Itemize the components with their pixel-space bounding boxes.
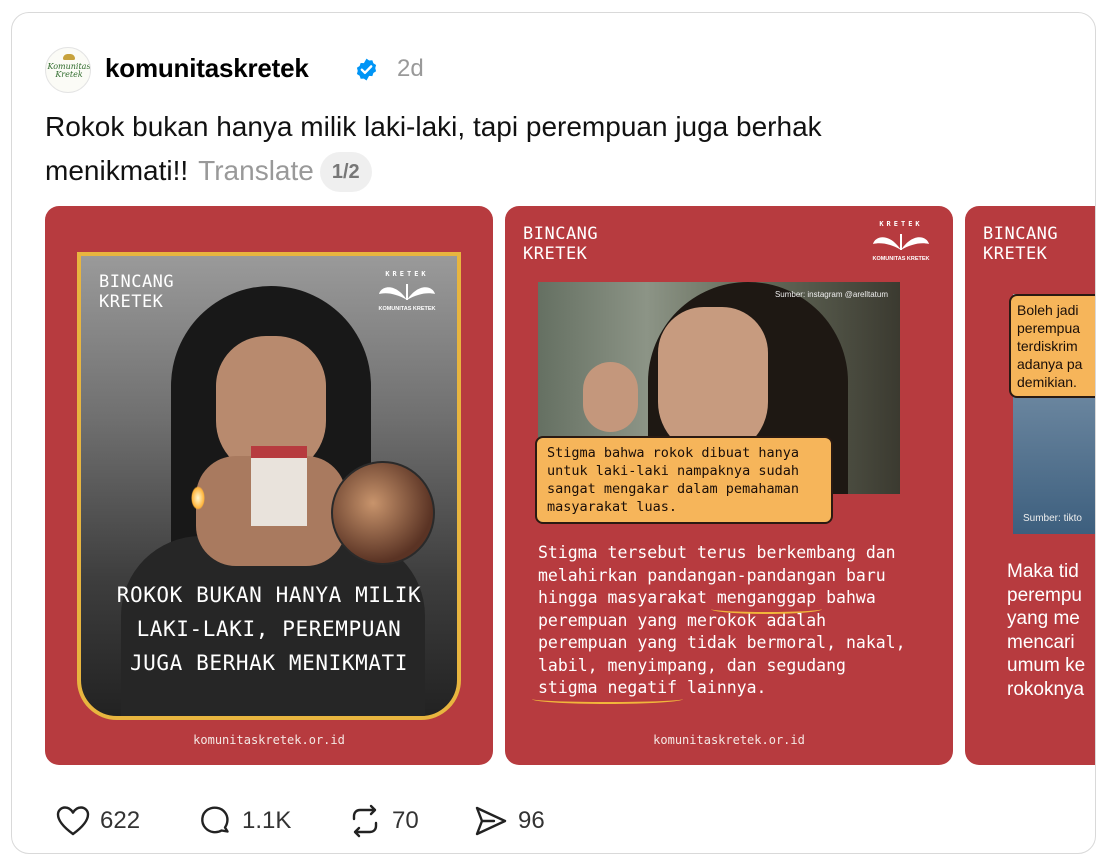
slide3-callout: Boleh jadi perempua terdiskrim adanya pa… — [1009, 294, 1095, 398]
carousel-slide-1[interactable]: ROKOK BUKAN HANYA MILIK LAKI-LAKI, PEREM… — [45, 206, 493, 765]
repost-count: 70 — [392, 807, 419, 834]
highlight-menganggap: menganggap — [710, 587, 823, 613]
logo-sub-text: KOMUNITAS KRETEK — [872, 256, 930, 262]
send-icon — [475, 806, 507, 836]
slide1-title-line2: LAKI-LAKI, PEREMPUAN — [136, 617, 402, 641]
slide3-brand: BINCANG KRETEK — [983, 224, 1059, 264]
logo-sub-text: KOMUNITAS KRETEK — [378, 306, 436, 312]
highlight-stigma-negatif: stigma negatif — [531, 677, 684, 703]
username[interactable]: komunitaskretek — [105, 53, 309, 84]
logo-top-text: KRETEK — [385, 270, 429, 278]
post-caption: Rokok bukan hanya milik laki-laki, tapi … — [45, 105, 925, 193]
slide2-source: Sumber: instagram @arelltatum — [774, 290, 888, 299]
avatar[interactable]: Komunitas Kretek — [45, 47, 91, 93]
cigarette-pack-image — [251, 446, 307, 526]
share-count: 96 — [518, 807, 545, 834]
comment-icon — [201, 806, 229, 834]
slide1-photo: ROKOK BUKAN HANYA MILIK LAKI-LAKI, PEREM… — [77, 252, 461, 720]
slide1-footer-url: komunitaskretek.or.id — [193, 733, 345, 747]
reply-button[interactable]: 1.1K — [198, 803, 291, 839]
slide2-footer-url: komunitaskretek.or.id — [653, 733, 805, 747]
caption-line2: menikmati!! — [45, 155, 189, 186]
post-card: Komunitas Kretek komunitaskretek 2d Roko… — [11, 12, 1096, 854]
kretek-logo-icon: KRETEK KOMUNITAS KRETEK — [869, 220, 933, 262]
slide2-callout: Stigma bahwa rokok dibuat hanya untuk la… — [535, 436, 833, 524]
kretek-logo-icon: KRETEK KOMUNITAS KRETEK — [375, 270, 439, 312]
reply-count: 1.1K — [242, 807, 292, 834]
heart-icon — [56, 806, 90, 836]
like-button[interactable]: 622 — [56, 803, 140, 839]
avatar-text-line2: Kretek — [55, 70, 83, 79]
slide3-body: Maka tid perempu yang me mencari umum ke… — [1007, 561, 1086, 700]
carousel-slide-3[interactable]: BINCANG KRETEK Boleh jadi perempua terdi… — [965, 206, 1095, 765]
slide1-title-line1: ROKOK BUKAN HANYA MILIK — [116, 583, 422, 607]
verified-badge-icon — [356, 58, 377, 81]
slide3-source: Sumber: tikto — [1023, 513, 1082, 524]
repost-icon — [352, 804, 378, 838]
translate-link[interactable]: Translate — [198, 155, 314, 186]
repost-button[interactable]: 70 — [348, 803, 419, 839]
inset-photo-circle — [331, 461, 435, 565]
logo-top-text: KRETEK — [879, 220, 923, 228]
like-count: 622 — [100, 807, 141, 834]
slide1-title: ROKOK BUKAN HANYA MILIK LAKI-LAKI, PEREM… — [81, 578, 457, 680]
slide2-brand: BINCANG KRETEK — [523, 224, 599, 264]
slide1-brand: BINCANG KRETEK — [99, 272, 175, 312]
page-indicator: 1/2 — [319, 152, 372, 192]
carousel-slide-2[interactable]: BINCANG KRETEK KRETEK KOMUNITAS KRETEK S… — [505, 206, 953, 765]
avatar-leaf-icon — [63, 54, 75, 60]
slide2-body: Stigma tersebut terus berkembang dan mel… — [531, 542, 918, 703]
slide2-body-text: lainnya. — [677, 678, 767, 697]
slide1-title-line3: JUGA BERHAK MENIKMATI — [129, 651, 409, 675]
share-button[interactable]: 96 — [474, 803, 545, 839]
lighter-flame-icon — [191, 486, 205, 510]
caption-line1: Rokok bukan hanya milik laki-laki, tapi … — [45, 111, 822, 142]
post-time: 2d — [397, 55, 424, 82]
